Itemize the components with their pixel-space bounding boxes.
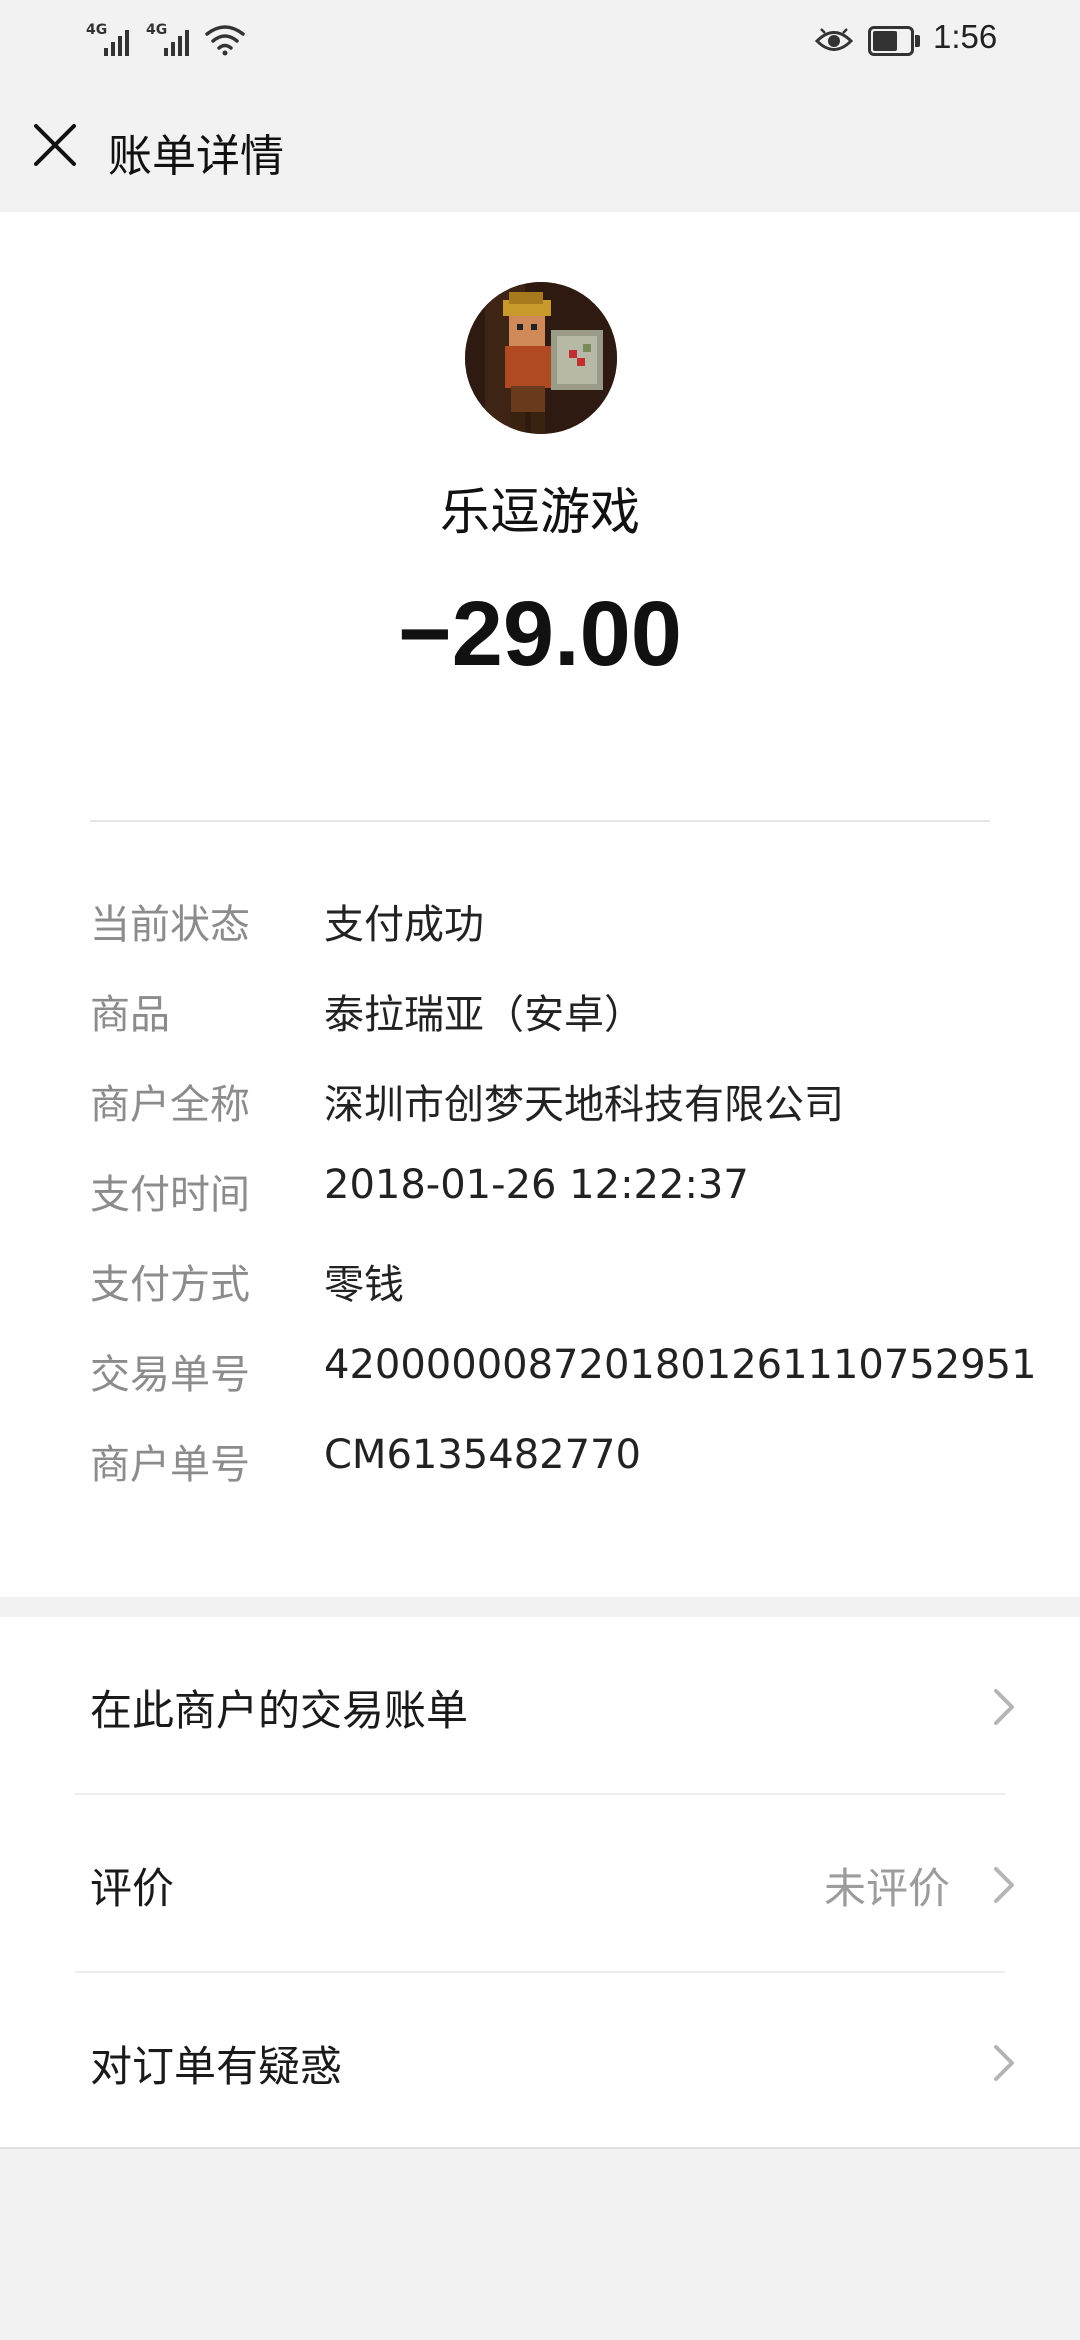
chevron-right-icon [994, 1689, 1014, 1725]
detail-value: 泰拉瑞亚（安卓） [324, 992, 644, 1038]
menu-item-order-question[interactable]: 对订单有疑惑 [0, 1973, 1080, 2149]
menu-item-label: 对订单有疑惑 [90, 2042, 343, 2091]
close-icon[interactable] [20, 110, 90, 180]
detail-value: CM6135482770 [324, 1432, 641, 1478]
signal-icon: 4G [86, 22, 141, 56]
page-title: 账单详情 [108, 131, 284, 182]
status-bar: 4G 4G 1:56 [0, 0, 1080, 80]
chevron-right-icon [994, 2045, 1014, 2081]
detail-value: 2018-01-26 12:22:37 [324, 1162, 749, 1208]
detail-value: 深圳市创梦天地科技有限公司 [324, 1082, 844, 1128]
detail-value: 4200000087201801261110752951 [324, 1342, 1037, 1388]
merchant-name: 乐逗游戏 [440, 483, 640, 541]
status-time: 1:56 [933, 18, 998, 55]
menu-item-merchant-bills[interactable]: 在此商户的交易账单 [0, 1617, 1080, 1793]
review-status: 未评价 [823, 1864, 950, 1913]
divider [90, 820, 990, 822]
detail-label: 商户单号 [90, 1442, 250, 1488]
action-menu: 在此商户的交易账单 评价 未评价 对订单有疑惑 [0, 1617, 1080, 2147]
detail-row-product: 商品 泰拉瑞亚（安卓） [90, 982, 1020, 1062]
detail-label: 交易单号 [90, 1352, 250, 1398]
chevron-right-icon [994, 1867, 1014, 1903]
battery-icon [868, 26, 920, 56]
bill-summary-card: 乐逗游戏 −29.00 当前状态 支付成功 商品 泰拉瑞亚（安卓） 商户全称 深… [0, 212, 1080, 1597]
detail-row-transaction-id: 交易单号 4200000087201801261110752951 [90, 1342, 1037, 1422]
menu-item-review[interactable]: 评价 未评价 [0, 1795, 1080, 1971]
detail-row-pay-time: 支付时间 2018-01-26 12:22:37 [90, 1162, 1020, 1242]
detail-label: 商户全称 [90, 1082, 250, 1128]
merchant-avatar [465, 282, 617, 434]
detail-row-status: 当前状态 支付成功 [90, 892, 1020, 972]
bottom-empty-area [0, 2147, 1080, 2340]
detail-row-merchant-order-id: 商户单号 CM6135482770 [90, 1432, 1020, 1512]
detail-label: 商品 [90, 992, 170, 1038]
detail-value: 零钱 [324, 1262, 404, 1308]
payment-amount: −29.00 [398, 583, 682, 685]
wifi-icon [205, 25, 245, 56]
detail-row-merchant-full-name: 商户全称 深圳市创梦天地科技有限公司 [90, 1072, 1020, 1152]
detail-row-pay-method: 支付方式 零钱 [90, 1252, 1020, 1332]
menu-item-label: 在此商户的交易账单 [90, 1686, 469, 1735]
detail-value: 支付成功 [324, 902, 484, 948]
game-character-image [465, 282, 617, 434]
menu-item-label: 评价 [90, 1864, 175, 1913]
top-bar: 账单详情 [0, 80, 1080, 212]
signal-icon: 4G [146, 22, 201, 56]
detail-label: 支付方式 [90, 1262, 250, 1308]
detail-label: 当前状态 [90, 902, 250, 948]
eye-icon [815, 28, 853, 51]
detail-label: 支付时间 [90, 1172, 250, 1218]
